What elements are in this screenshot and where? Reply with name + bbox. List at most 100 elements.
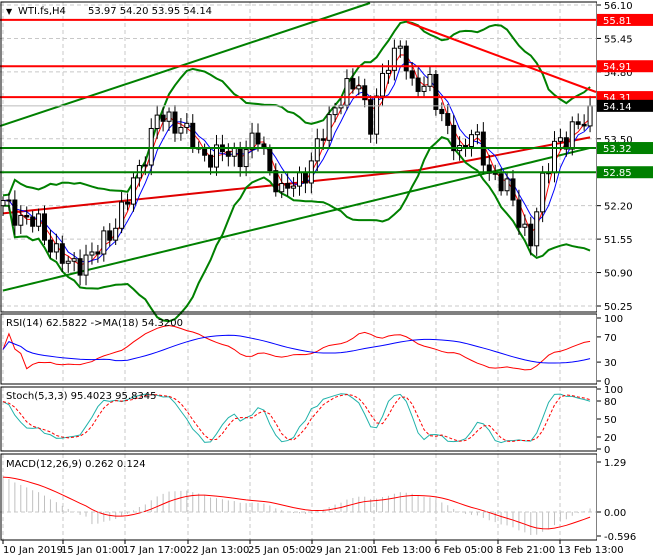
- macd-pane[interactable]: [0, 476, 596, 536]
- candle: [213, 134, 219, 176]
- candle: [403, 40, 409, 80]
- candle-body: [534, 211, 540, 247]
- candle-body: [160, 114, 166, 122]
- candle-body: [581, 123, 587, 127]
- candle: [380, 63, 386, 107]
- candle-body: [380, 72, 386, 97]
- candle-body: [154, 114, 160, 129]
- candle: [569, 116, 575, 156]
- indicator-tick-label: 70: [604, 333, 617, 344]
- level-tag-label: 55.81: [603, 16, 632, 27]
- rsi-label: RSI(14) 62.5822 ->MA(18) 54.3200: [6, 318, 183, 329]
- indicator-tick-label: 100: [604, 314, 623, 325]
- level-tag-label: 52.85: [603, 168, 632, 179]
- candle: [83, 244, 89, 286]
- time-tick-label: 25 Jan 05:00: [248, 545, 311, 556]
- rsi-ma-line: [2, 334, 591, 364]
- indicator-tick-label: 0: [604, 445, 610, 456]
- candle: [36, 208, 42, 232]
- candle-body: [297, 172, 302, 187]
- indicator-tick-label: 80: [604, 397, 617, 408]
- rsi-pane[interactable]: [2, 324, 591, 371]
- candle: [42, 205, 48, 245]
- candle: [504, 172, 510, 196]
- chart-canvas[interactable]: 56.1055.4554.8053.5052.2051.5550.9050.25…: [0, 0, 660, 560]
- candle-body: [101, 230, 107, 255]
- candle: [202, 143, 208, 162]
- time-tick-label: 13 Feb 13:00: [558, 545, 624, 556]
- candle-body: [587, 105, 593, 127]
- candle: [427, 66, 433, 92]
- price-pane[interactable]: [0, 2, 597, 323]
- candle: [101, 226, 107, 262]
- time-tick-label: 1 Feb 13:00: [372, 545, 431, 556]
- candle: [297, 166, 302, 196]
- candle-body: [65, 260, 71, 264]
- candle: [95, 244, 101, 263]
- stoch-label: Stoch(5,3,3) 95.4023 95.8345: [6, 391, 157, 402]
- candle-body: [130, 177, 136, 205]
- candle-body: [148, 127, 154, 166]
- candle-body: [557, 137, 563, 142]
- candle: [433, 69, 439, 116]
- time-tick-label: 6 Feb 05:00: [434, 545, 493, 556]
- candle-body: [47, 239, 53, 253]
- candle-body: [314, 138, 320, 162]
- time-tick-label: 15 Jan 01:00: [61, 545, 124, 556]
- candle: [522, 214, 528, 236]
- candle: [368, 95, 374, 143]
- candle-body: [510, 178, 516, 201]
- candle-body: [24, 214, 30, 218]
- candle-body: [178, 126, 184, 134]
- pane-border: [0, 1, 598, 313]
- candle: [208, 147, 214, 175]
- price-tick-label: 52.20: [604, 202, 633, 213]
- candle: [314, 128, 320, 172]
- candle-body: [492, 172, 498, 175]
- ohlc-readout: 53.97 54.20 53.95 54.14: [88, 6, 212, 17]
- candle: [65, 256, 71, 273]
- candle-body: [243, 149, 249, 168]
- candle: [468, 129, 474, 157]
- candle-body: [474, 131, 480, 136]
- candle-body: [6, 199, 12, 202]
- candle: [249, 122, 255, 159]
- candle-body: [468, 134, 474, 147]
- collapse-triangle-icon[interactable]: ▼: [6, 7, 13, 16]
- candle-body: [374, 95, 380, 135]
- price-tick-label: 55.45: [604, 34, 633, 45]
- candle-body: [231, 147, 237, 157]
- candle: [273, 163, 279, 197]
- candle-body: [279, 183, 285, 193]
- candle-body: [385, 69, 391, 74]
- candle: [231, 142, 237, 167]
- candle-body: [320, 138, 326, 141]
- candle-body: [516, 199, 522, 228]
- candle-body: [267, 148, 273, 172]
- candle-body: [540, 172, 546, 213]
- candle-body: [409, 70, 415, 79]
- ma-fast-red: [2, 54, 591, 266]
- candle-body: [71, 258, 77, 262]
- candle-body: [575, 121, 581, 125]
- candle-body: [53, 243, 59, 253]
- candle-body: [439, 108, 445, 115]
- level-tag-label: 53.32: [603, 144, 632, 155]
- candle-body: [498, 173, 504, 192]
- candle-body: [344, 78, 350, 106]
- uptrend-line: [0, 2, 371, 127]
- indicator-tick-label: 50: [604, 415, 617, 426]
- candle: [119, 191, 125, 234]
- candle: [362, 78, 368, 108]
- time-tick-label: 17 Jan 17:00: [123, 545, 186, 556]
- candle-body: [356, 85, 362, 90]
- candle-body: [273, 170, 279, 193]
- candle-body: [184, 122, 190, 128]
- candle-body: [18, 214, 24, 226]
- indicator-tick-label: 30: [604, 358, 617, 369]
- candle: [439, 102, 445, 122]
- candle: [30, 210, 36, 233]
- indicator-tick-label: -0.596: [604, 532, 636, 543]
- candle-body: [291, 185, 297, 189]
- candle: [575, 113, 581, 130]
